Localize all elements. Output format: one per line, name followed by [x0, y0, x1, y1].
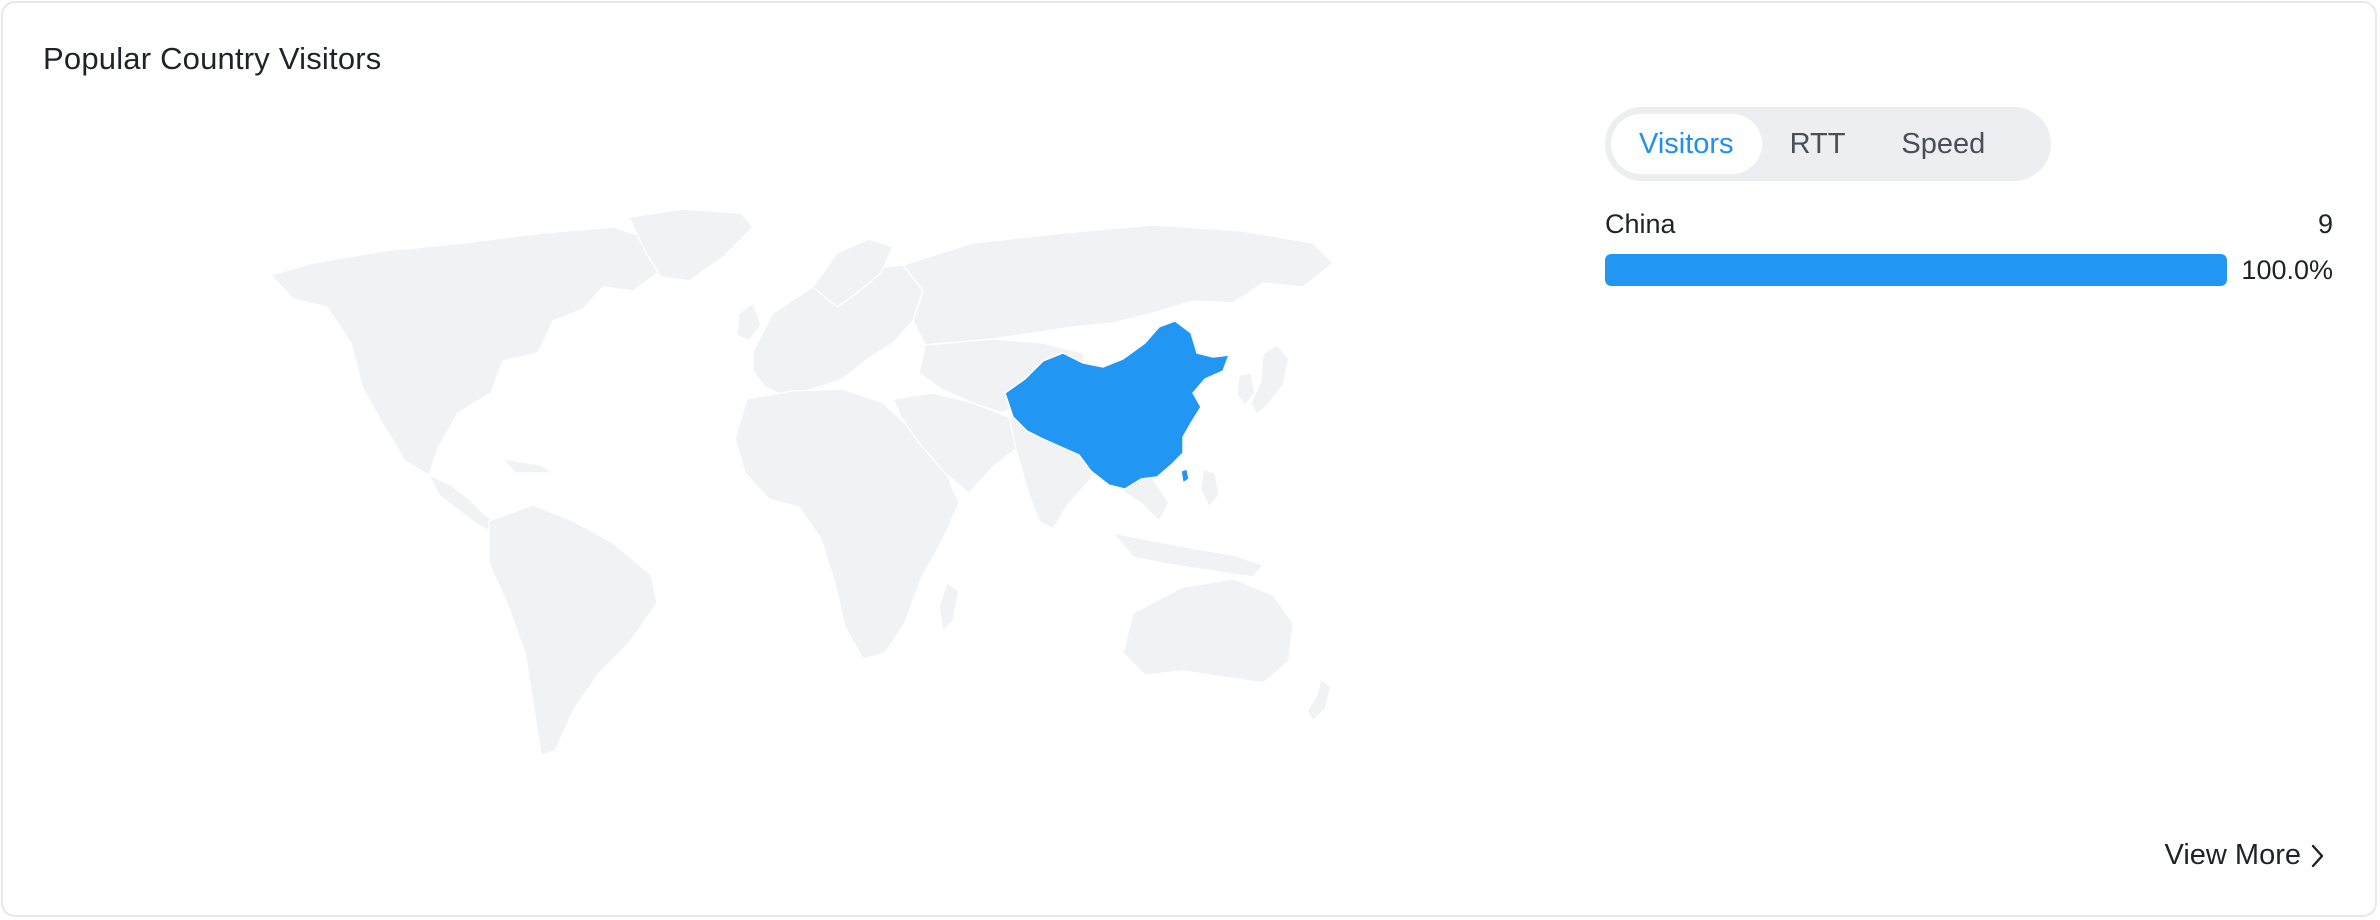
country-visitor-count: 9: [2317, 209, 2333, 239]
card-title: Popular Country Visitors: [43, 41, 382, 76]
tab-speed[interactable]: Speed: [1873, 114, 2013, 174]
map-region-japan: [1250, 344, 1290, 417]
map-region-north-america: [269, 226, 664, 477]
tab-visitors[interactable]: Visitors: [1611, 114, 1762, 174]
map-region-russia: [901, 224, 1333, 346]
map-region-caribbean: [501, 458, 556, 474]
metric-tabs: Visitors RTT Speed: [1605, 107, 2051, 181]
map-region-indonesia: [1111, 531, 1265, 578]
map-region-taiwan[interactable]: [1180, 468, 1190, 485]
country-progress-track: [1605, 254, 2227, 286]
map-region-australia: [1122, 578, 1294, 684]
map-region-philippines: [1200, 468, 1220, 509]
popular-country-visitors-card: Popular Country Visitors Visitors RTT Sp…: [1, 1, 2377, 917]
country-progress-fill: [1605, 254, 2227, 286]
chevron-right-icon: [2311, 844, 2325, 868]
view-more-link[interactable]: View More: [2165, 839, 2325, 872]
map-region-south-america: [488, 504, 658, 756]
country-percent: 100.0%: [2241, 255, 2333, 285]
world-map: [253, 203, 1333, 763]
map-region-british-isles: [736, 301, 762, 342]
view-more-label: View More: [2164, 839, 2301, 871]
map-region-madagascar: [938, 581, 960, 633]
country-name: China: [1605, 209, 1676, 239]
tab-rtt[interactable]: RTT: [1762, 114, 1874, 174]
map-region-new-zealand: [1306, 677, 1332, 723]
